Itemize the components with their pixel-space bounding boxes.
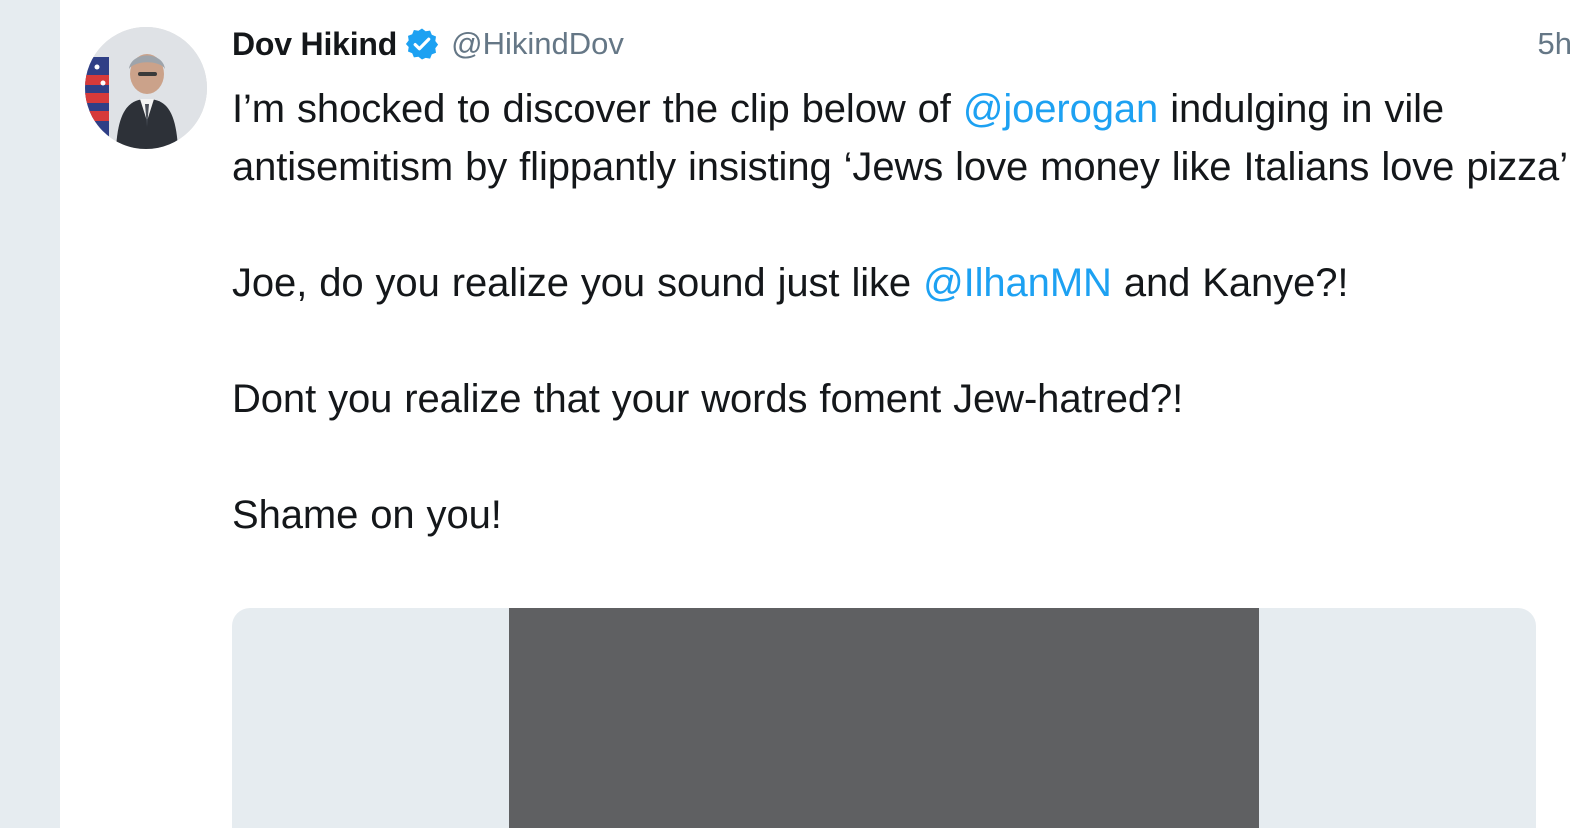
tweet-media[interactable] xyxy=(232,608,1536,828)
tweet-text-segment: and Kanye?! xyxy=(1111,261,1349,305)
author-avatar[interactable] xyxy=(85,27,207,149)
mention-link[interactable]: @IlhanMN xyxy=(923,261,1112,305)
tweet-paragraph: Dont you realize that your words foment … xyxy=(232,377,1184,421)
tweet-paragraph: Shame on you! xyxy=(232,493,502,537)
tweet-header: Dov Hikind @HikindDov 5h xyxy=(232,22,1572,66)
tweet-paragraph: Joe, do you realize you sound just like … xyxy=(232,254,1572,312)
mention-link[interactable]: @joerogan xyxy=(963,87,1158,131)
tweet-text-segment: I’m shocked to discover the clip below o… xyxy=(232,87,963,131)
tweet-text-segment: Joe, do you realize you sound just like xyxy=(232,261,924,305)
tweet-timestamp[interactable]: 5h xyxy=(1538,22,1572,66)
author-handle[interactable]: @HikindDov xyxy=(451,26,624,62)
tweet-paragraph: I’m shocked to discover the clip below o… xyxy=(232,80,1572,196)
verified-badge-icon xyxy=(405,27,439,61)
video-player[interactable] xyxy=(509,608,1259,828)
tweet-text: I’m shocked to discover the clip below o… xyxy=(232,80,1572,544)
tweet-body: Dov Hikind @HikindDov 5h I’m shocked to … xyxy=(232,22,1572,544)
tweet-card[interactable]: Dov Hikind @HikindDov 5h I’m shocked to … xyxy=(60,0,1593,828)
profile-photo-icon xyxy=(85,27,207,149)
author-display-name[interactable]: Dov Hikind xyxy=(232,26,397,63)
